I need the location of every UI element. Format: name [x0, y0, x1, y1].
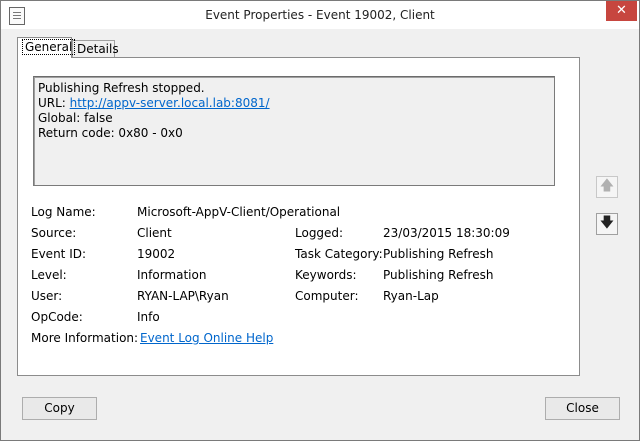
- copy-button[interactable]: Copy: [22, 397, 97, 420]
- event-properties-window: Event Properties - Event 19002, Client ✕…: [0, 0, 640, 441]
- url-link[interactable]: http://appv-server.local.lab:8081/: [70, 96, 270, 110]
- log-name-label: Log Name:: [31, 205, 96, 219]
- close-button[interactable]: Close: [545, 397, 620, 420]
- source-value[interactable]: Client: [137, 225, 172, 241]
- general-panel: Publishing Refresh stopped. URL: http://…: [17, 57, 580, 376]
- arrow-down-icon: 🡇: [599, 215, 615, 231]
- description-line-1: Publishing Refresh stopped.: [38, 81, 205, 95]
- window-title: Event Properties - Event 19002, Client: [205, 8, 435, 22]
- opcode-value[interactable]: Info: [137, 309, 160, 325]
- logged-value[interactable]: 23/03/2015 18:30:09: [383, 225, 510, 241]
- arrow-up-icon: 🡅: [599, 178, 615, 194]
- level-label: Level:: [31, 268, 67, 282]
- log-name-value[interactable]: Microsoft-AppV-Client/Operational: [137, 204, 340, 220]
- event-log-online-help-link[interactable]: Event Log Online Help: [140, 330, 273, 346]
- title-bar[interactable]: Event Properties - Event 19002, Client ✕: [1, 1, 639, 29]
- user-label: User:: [31, 289, 63, 303]
- event-id-value[interactable]: 19002: [137, 246, 175, 262]
- computer-value[interactable]: Ryan-Lap: [383, 288, 439, 304]
- tab-general[interactable]: General: [17, 37, 76, 58]
- source-label: Source:: [31, 226, 77, 240]
- logged-label: Logged:: [295, 226, 344, 240]
- next-event-button[interactable]: 🡇: [596, 213, 618, 235]
- keywords-label: Keywords:: [295, 268, 357, 282]
- description-line-3: Global: false: [38, 111, 113, 125]
- level-value[interactable]: Information: [137, 267, 206, 283]
- task-category-value[interactable]: Publishing Refresh: [383, 246, 493, 262]
- description-line-url: URL: http://appv-server.local.lab:8081/: [38, 96, 554, 111]
- window-close-button[interactable]: ✕: [606, 1, 637, 21]
- tab-general-label: General: [22, 39, 76, 55]
- keywords-value[interactable]: Publishing Refresh: [383, 267, 493, 283]
- url-label: URL:: [38, 96, 70, 110]
- close-icon: ✕: [616, 3, 627, 18]
- task-category-label: Task Category:: [295, 247, 383, 261]
- tab-details[interactable]: Details: [72, 40, 119, 58]
- event-description-box[interactable]: Publishing Refresh stopped. URL: http://…: [33, 76, 555, 186]
- opcode-label: OpCode:: [31, 310, 83, 324]
- user-value[interactable]: RYAN-LAP\Ryan: [137, 288, 229, 304]
- description-line-4: Return code: 0x80 - 0x0: [38, 126, 183, 140]
- previous-event-button[interactable]: 🡅: [596, 176, 618, 198]
- more-information-label: More Information:: [31, 331, 139, 345]
- computer-label: Computer:: [295, 289, 359, 303]
- event-id-label: Event ID:: [31, 247, 87, 261]
